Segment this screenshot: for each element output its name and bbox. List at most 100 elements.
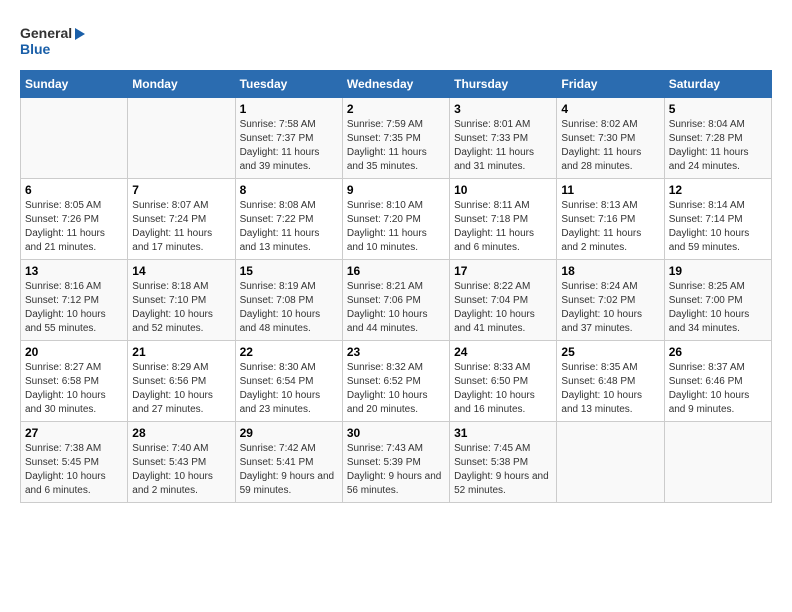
calendar-day: 21 Sunrise: 8:29 AMSunset: 6:56 PMDayligh… (128, 341, 235, 422)
day-info: Sunrise: 7:38 AMSunset: 5:45 PMDaylight:… (25, 442, 123, 498)
day-number: 27 (25, 426, 123, 440)
calendar-day (128, 98, 235, 179)
header-day: Wednesday (342, 71, 449, 98)
day-number: 10 (454, 183, 552, 197)
day-number: 20 (25, 345, 123, 359)
calendar-day: 2 Sunrise: 7:59 AMSunset: 7:35 PMDaylight… (342, 98, 449, 179)
calendar-day: 18 Sunrise: 8:24 AMSunset: 7:02 PMDayligh… (557, 260, 664, 341)
calendar-day: 11 Sunrise: 8:13 AMSunset: 7:16 PMDayligh… (557, 179, 664, 260)
day-number: 1 (240, 102, 338, 116)
day-number: 22 (240, 345, 338, 359)
calendar-day: 25 Sunrise: 8:35 AMSunset: 6:48 PMDayligh… (557, 341, 664, 422)
logo: GeneralBlue (20, 20, 100, 60)
svg-text:Blue: Blue (20, 41, 51, 57)
day-number: 2 (347, 102, 445, 116)
calendar-day: 28 Sunrise: 7:40 AMSunset: 5:43 PMDayligh… (128, 422, 235, 503)
day-info: Sunrise: 8:16 AMSunset: 7:12 PMDaylight:… (25, 280, 123, 336)
calendar-day: 30Sunrise: 7:43 AMSunset: 5:39 PMDayligh… (342, 422, 449, 503)
day-number: 14 (132, 264, 230, 278)
page-header: GeneralBlue (20, 20, 772, 60)
day-info: Sunrise: 8:29 AMSunset: 6:56 PMDaylight:… (132, 361, 230, 417)
day-info: Sunrise: 8:24 AMSunset: 7:02 PMDaylight:… (561, 280, 659, 336)
calendar-week: 6 Sunrise: 8:05 AMSunset: 7:26 PMDaylight… (21, 179, 772, 260)
calendar-week: 20 Sunrise: 8:27 AMSunset: 6:58 PMDayligh… (21, 341, 772, 422)
day-info: Sunrise: 7:42 AMSunset: 5:41 PMDaylight:… (240, 442, 338, 498)
day-number: 15 (240, 264, 338, 278)
day-number: 28 (132, 426, 230, 440)
calendar-table: SundayMondayTuesdayWednesdayThursdayFrid… (20, 70, 772, 503)
day-info: Sunrise: 8:01 AMSunset: 7:33 PMDaylight:… (454, 118, 552, 174)
calendar-day: 14 Sunrise: 8:18 AMSunset: 7:10 PMDayligh… (128, 260, 235, 341)
day-number: 3 (454, 102, 552, 116)
day-number: 16 (347, 264, 445, 278)
calendar-day: 6 Sunrise: 8:05 AMSunset: 7:26 PMDaylight… (21, 179, 128, 260)
calendar-day: 20 Sunrise: 8:27 AMSunset: 6:58 PMDayligh… (21, 341, 128, 422)
calendar-day: 31Sunrise: 7:45 AMSunset: 5:38 PMDayligh… (450, 422, 557, 503)
day-number: 23 (347, 345, 445, 359)
calendar-week: 1 Sunrise: 7:58 AMSunset: 7:37 PMDaylight… (21, 98, 772, 179)
day-info: Sunrise: 8:04 AMSunset: 7:28 PMDaylight:… (669, 118, 767, 174)
day-info: Sunrise: 8:10 AMSunset: 7:20 PMDaylight:… (347, 199, 445, 255)
calendar-day: 13 Sunrise: 8:16 AMSunset: 7:12 PMDayligh… (21, 260, 128, 341)
day-info: Sunrise: 8:14 AMSunset: 7:14 PMDaylight:… (669, 199, 767, 255)
calendar-body: 1 Sunrise: 7:58 AMSunset: 7:37 PMDaylight… (21, 98, 772, 503)
day-info: Sunrise: 8:05 AMSunset: 7:26 PMDaylight:… (25, 199, 123, 255)
header-day: Monday (128, 71, 235, 98)
day-number: 19 (669, 264, 767, 278)
calendar-week: 27 Sunrise: 7:38 AMSunset: 5:45 PMDayligh… (21, 422, 772, 503)
day-info: Sunrise: 7:40 AMSunset: 5:43 PMDaylight:… (132, 442, 230, 498)
day-info: Sunrise: 7:43 AMSunset: 5:39 PMDaylight:… (347, 442, 445, 498)
day-number: 9 (347, 183, 445, 197)
calendar-day: 12 Sunrise: 8:14 AMSunset: 7:14 PMDayligh… (664, 179, 771, 260)
day-info: Sunrise: 7:59 AMSunset: 7:35 PMDaylight:… (347, 118, 445, 174)
day-number: 21 (132, 345, 230, 359)
header-day: Sunday (21, 71, 128, 98)
day-number: 6 (25, 183, 123, 197)
calendar-day (557, 422, 664, 503)
day-info: Sunrise: 8:27 AMSunset: 6:58 PMDaylight:… (25, 361, 123, 417)
calendar-header: SundayMondayTuesdayWednesdayThursdayFrid… (21, 71, 772, 98)
day-info: Sunrise: 8:35 AMSunset: 6:48 PMDaylight:… (561, 361, 659, 417)
calendar-day: 24 Sunrise: 8:33 AMSunset: 6:50 PMDayligh… (450, 341, 557, 422)
calendar-day: 19Sunrise: 8:25 AMSunset: 7:00 PMDayligh… (664, 260, 771, 341)
calendar-day: 4Sunrise: 8:02 AMSunset: 7:30 PMDaylight… (557, 98, 664, 179)
calendar-day: 8 Sunrise: 8:08 AMSunset: 7:22 PMDaylight… (235, 179, 342, 260)
calendar-day: 7Sunrise: 8:07 AMSunset: 7:24 PMDaylight… (128, 179, 235, 260)
day-info: Sunrise: 7:58 AMSunset: 7:37 PMDaylight:… (240, 118, 338, 174)
calendar-day: 17 Sunrise: 8:22 AMSunset: 7:04 PMDayligh… (450, 260, 557, 341)
day-info: Sunrise: 8:22 AMSunset: 7:04 PMDaylight:… (454, 280, 552, 336)
calendar-day: 29Sunrise: 7:42 AMSunset: 5:41 PMDayligh… (235, 422, 342, 503)
day-number: 26 (669, 345, 767, 359)
calendar-day: 26 Sunrise: 8:37 AMSunset: 6:46 PMDayligh… (664, 341, 771, 422)
day-info: Sunrise: 8:21 AMSunset: 7:06 PMDaylight:… (347, 280, 445, 336)
calendar-day: 22Sunrise: 8:30 AMSunset: 6:54 PMDayligh… (235, 341, 342, 422)
day-info: Sunrise: 8:37 AMSunset: 6:46 PMDaylight:… (669, 361, 767, 417)
calendar-day: 5Sunrise: 8:04 AMSunset: 7:28 PMDaylight… (664, 98, 771, 179)
day-info: Sunrise: 8:08 AMSunset: 7:22 PMDaylight:… (240, 199, 338, 255)
calendar-day: 1 Sunrise: 7:58 AMSunset: 7:37 PMDaylight… (235, 98, 342, 179)
calendar-day: 16 Sunrise: 8:21 AMSunset: 7:06 PMDayligh… (342, 260, 449, 341)
day-info: Sunrise: 8:11 AMSunset: 7:18 PMDaylight:… (454, 199, 552, 255)
day-number: 17 (454, 264, 552, 278)
day-number: 8 (240, 183, 338, 197)
day-info: Sunrise: 8:13 AMSunset: 7:16 PMDaylight:… (561, 199, 659, 255)
day-info: Sunrise: 8:33 AMSunset: 6:50 PMDaylight:… (454, 361, 552, 417)
calendar-day (21, 98, 128, 179)
day-number: 13 (25, 264, 123, 278)
logo-svg: GeneralBlue (20, 20, 100, 60)
day-info: Sunrise: 8:19 AMSunset: 7:08 PMDaylight:… (240, 280, 338, 336)
day-info: Sunrise: 8:32 AMSunset: 6:52 PMDaylight:… (347, 361, 445, 417)
day-number: 12 (669, 183, 767, 197)
day-info: Sunrise: 8:18 AMSunset: 7:10 PMDaylight:… (132, 280, 230, 336)
calendar-day: 9 Sunrise: 8:10 AMSunset: 7:20 PMDaylight… (342, 179, 449, 260)
header-day: Tuesday (235, 71, 342, 98)
day-number: 7 (132, 183, 230, 197)
day-number: 24 (454, 345, 552, 359)
header-day: Thursday (450, 71, 557, 98)
day-number: 18 (561, 264, 659, 278)
day-number: 31 (454, 426, 552, 440)
day-number: 11 (561, 183, 659, 197)
calendar-day: 3 Sunrise: 8:01 AMSunset: 7:33 PMDaylight… (450, 98, 557, 179)
calendar-day: 15 Sunrise: 8:19 AMSunset: 7:08 PMDayligh… (235, 260, 342, 341)
day-number: 25 (561, 345, 659, 359)
